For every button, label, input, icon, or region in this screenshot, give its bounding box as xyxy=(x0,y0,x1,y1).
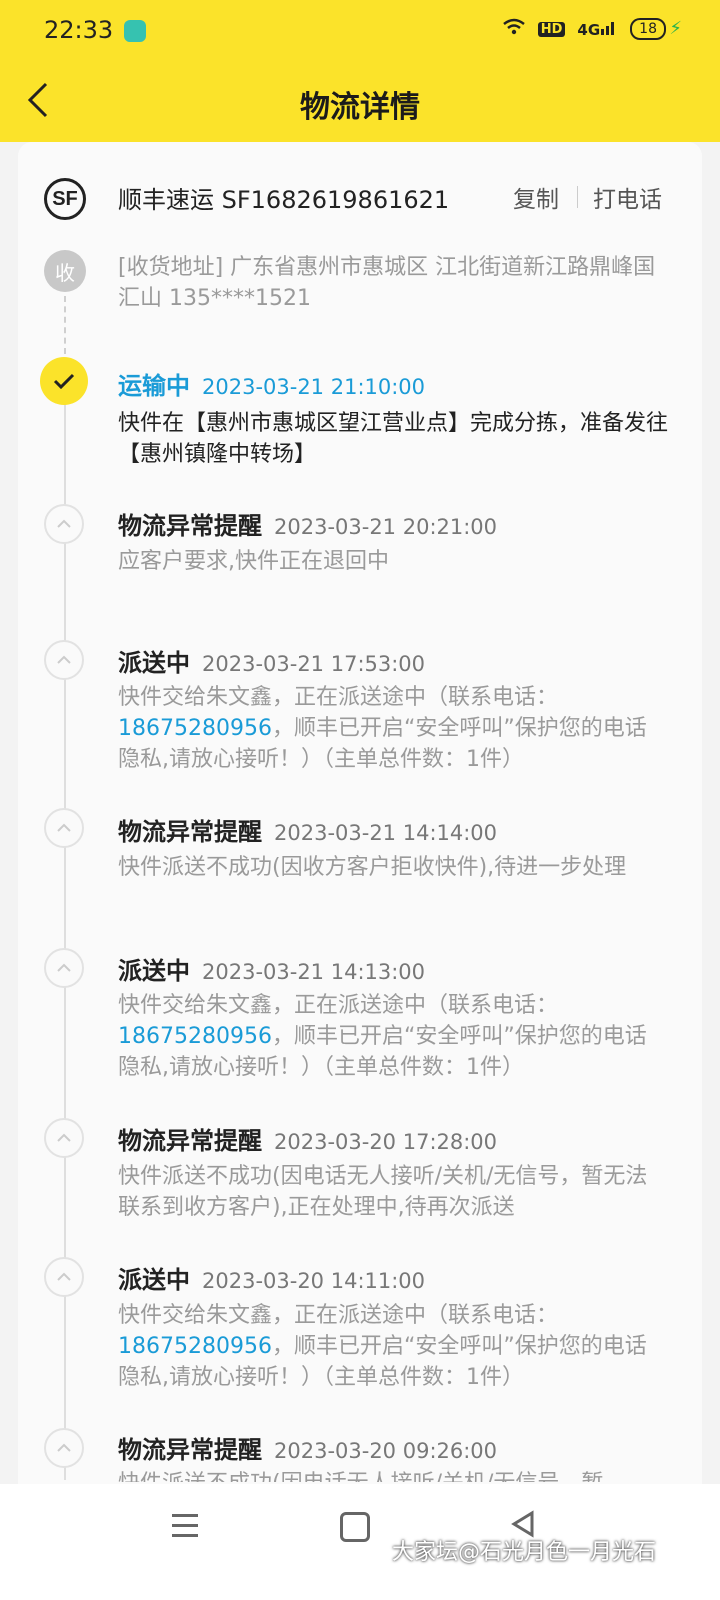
chevron-up-icon xyxy=(57,1272,71,1281)
event-description: 快件交给朱文鑫，正在派送途中（联系电话：18675280956，顺丰已开启“安全… xyxy=(118,990,668,1083)
signal-icon: 4G xyxy=(577,19,618,39)
event-status: 运输中 xyxy=(118,372,190,400)
event-description: 快件派送不成功(因收方客户拒收快件),待进一步处理 xyxy=(118,855,627,880)
event-description: 快件派送不成功(因电话无人接听/关机/无信号，暂无法联系到收方客户),正在处理中… xyxy=(118,1164,648,1220)
checkmark-icon xyxy=(53,373,75,390)
event-header: 运输中 2023-03-21 21:10:00 xyxy=(118,366,425,401)
timeline-node[interactable] xyxy=(44,1428,84,1468)
copy-button[interactable]: 复制 xyxy=(513,180,559,214)
charging-icon: ⚡ xyxy=(669,18,682,39)
timeline-node[interactable] xyxy=(44,1118,84,1158)
event-time: 2023-03-20 17:28:00 xyxy=(274,1130,498,1154)
battery-icon: 18 xyxy=(630,18,666,40)
chevron-up-icon xyxy=(57,519,71,528)
event-header: 物流异常提醒 2023-03-20 17:28:00 xyxy=(118,1121,497,1156)
chevron-up-icon xyxy=(57,655,71,664)
event-time: 2023-03-21 14:14:00 xyxy=(274,821,498,845)
event-status: 物流异常提醒 xyxy=(118,818,262,846)
event-description: 应客户要求,快件正在退回中 xyxy=(118,549,389,574)
watermark: 大家坛@石光月色一月光石 xyxy=(392,1540,657,1565)
phone-link[interactable]: 18675280956 xyxy=(118,1024,272,1049)
event-time: 2023-03-20 14:11:00 xyxy=(202,1269,426,1293)
chevron-up-icon xyxy=(57,1443,71,1452)
timeline-dashed-connector xyxy=(64,296,66,354)
phone-link[interactable]: 18675280956 xyxy=(118,1334,272,1359)
event-status: 派送中 xyxy=(118,957,190,985)
event-status: 物流异常提醒 xyxy=(118,512,262,540)
timeline-node[interactable] xyxy=(44,948,84,988)
home-button[interactable] xyxy=(340,1512,370,1542)
event-status: 派送中 xyxy=(118,649,190,677)
event-description: 快件派送不成功(因电话无人接听/关机/无信号，暂 xyxy=(118,1468,668,1482)
timeline-node[interactable] xyxy=(44,1257,84,1297)
call-button[interactable]: 打电话 xyxy=(593,180,662,214)
event-description: 快件交给朱文鑫，正在派送途中（联系电话：18675280956，顺丰已开启“安全… xyxy=(118,682,668,775)
event-description: 快件交给朱文鑫，正在派送途中（联系电话：18675280956，顺丰已开启“安全… xyxy=(118,1300,668,1393)
event-header: 物流异常提醒 2023-03-21 20:21:00 xyxy=(118,506,497,541)
status-bar: 22:33 HD 4G 18 ⚡ xyxy=(0,0,720,60)
event-status: 派送中 xyxy=(118,1266,190,1294)
description-text: 快件交给朱文鑫，正在派送途中（联系电话： xyxy=(118,993,559,1018)
sf-express-logo-icon: SF xyxy=(44,178,86,220)
event-time: 2023-03-20 09:26:00 xyxy=(274,1439,498,1463)
page-title: 物流详情 xyxy=(300,90,420,125)
timeline-line xyxy=(64,400,66,1480)
app-header: 物流详情 xyxy=(0,60,720,142)
system-icons: HD 4G 18 xyxy=(502,18,666,40)
receiver-address: [收货地址] 广东省惠州市惠城区 江北街道新江路鼎峰国汇山 135****152… xyxy=(118,255,656,311)
chevron-up-icon xyxy=(57,963,71,972)
carrier-tracking-number: 顺丰速运 SF1682619861621 xyxy=(118,186,450,214)
chevron-up-icon xyxy=(57,1133,71,1142)
recent-apps-button[interactable] xyxy=(172,1514,198,1544)
action-divider xyxy=(577,186,578,208)
timeline-node[interactable] xyxy=(44,640,84,680)
event-status: 物流异常提醒 xyxy=(118,1436,262,1464)
receiver-badge: 收 xyxy=(44,250,86,292)
event-time: 2023-03-21 21:10:00 xyxy=(202,375,426,399)
chevron-up-icon xyxy=(57,823,71,832)
event-header: 物流异常提醒 2023-03-21 14:14:00 xyxy=(118,812,497,847)
scroll-clip: 物流异常提醒 2023-03-20 09:26:00 快件派送不成功(因电话无人接… xyxy=(0,1420,720,1482)
timeline-node-active xyxy=(40,357,88,405)
event-header: 物流异常提醒 2023-03-20 09:26:00 xyxy=(118,1430,497,1465)
status-time: 22:33 xyxy=(44,16,114,44)
wifi-icon xyxy=(502,18,526,40)
event-header: 派送中 2023-03-21 17:53:00 xyxy=(118,643,425,678)
event-time: 2023-03-21 14:13:00 xyxy=(202,960,426,984)
timeline-node[interactable] xyxy=(44,504,84,544)
phone-link[interactable]: 18675280956 xyxy=(118,716,272,741)
event-description: 快件在【惠州市惠城区望江营业点】完成分拣，准备发往 【惠州镇隆中转场】 xyxy=(118,411,669,467)
network-type: 4G xyxy=(577,21,601,39)
notification-app-icon xyxy=(124,20,146,42)
description-text: 快件交给朱文鑫，正在派送途中（联系电话： xyxy=(118,685,559,710)
event-header: 派送中 2023-03-21 14:13:00 xyxy=(118,951,425,986)
event-header: 派送中 2023-03-20 14:11:00 xyxy=(118,1260,425,1295)
event-status: 物流异常提醒 xyxy=(118,1127,262,1155)
timeline-node[interactable] xyxy=(44,808,84,848)
hd-icon: HD xyxy=(537,21,566,37)
event-time: 2023-03-21 17:53:00 xyxy=(202,652,426,676)
description-text: 快件交给朱文鑫，正在派送途中（联系电话： xyxy=(118,1303,559,1328)
event-time: 2023-03-21 20:21:00 xyxy=(274,515,498,539)
